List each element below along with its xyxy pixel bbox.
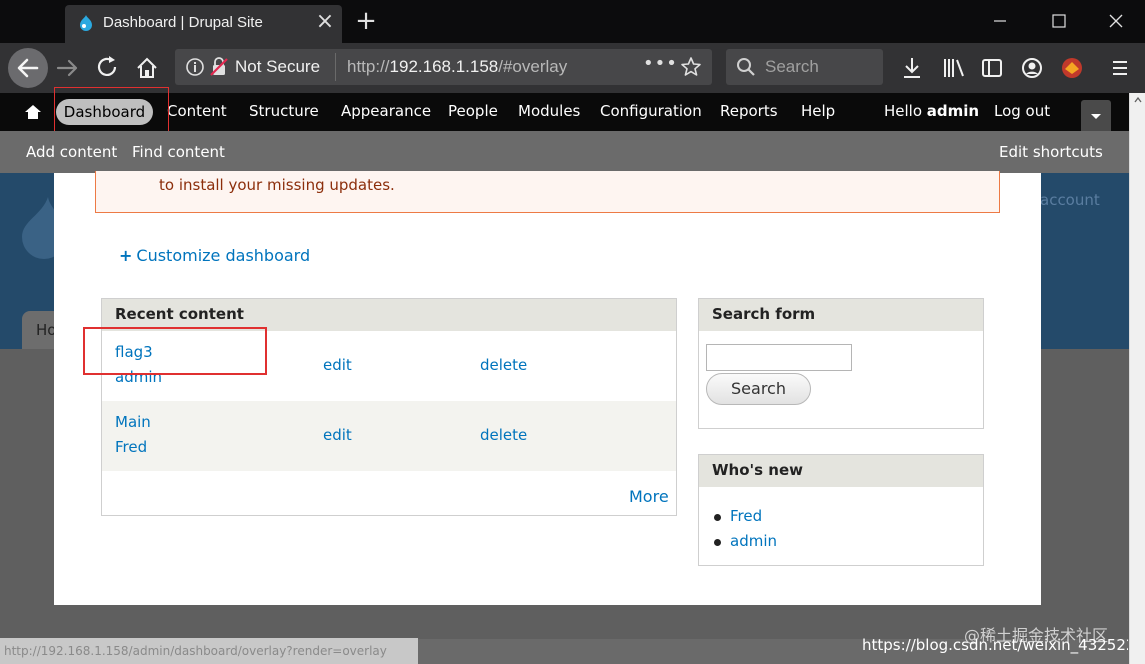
toolbar-content[interactable]: Content bbox=[167, 102, 227, 120]
scroll-up-icon[interactable] bbox=[1134, 97, 1142, 103]
list-item: admin bbox=[714, 531, 777, 556]
toolbar-modules[interactable]: Modules bbox=[518, 102, 580, 120]
browser-search-box[interactable]: Search bbox=[726, 49, 883, 85]
browser-status-bar: http://192.168.1.158/admin/dashboard/ove… bbox=[0, 638, 418, 664]
user-link[interactable]: Fred bbox=[730, 507, 762, 525]
customize-label: Customize dashboard bbox=[136, 246, 311, 265]
table-row: Main Fred edit delete bbox=[102, 401, 676, 471]
my-account-link[interactable]: account bbox=[1040, 191, 1100, 209]
home-icon[interactable] bbox=[129, 50, 165, 86]
forward-icon[interactable] bbox=[50, 50, 86, 86]
content-title-link[interactable]: Main bbox=[115, 413, 151, 431]
alert-text: to install your missing updates. bbox=[159, 176, 395, 194]
search-icon bbox=[737, 58, 755, 76]
dashboard-overlay: to install your missing updates. + Custom… bbox=[54, 171, 1041, 605]
not-secure-label[interactable]: Not Secure bbox=[235, 57, 320, 77]
more-link[interactable]: More bbox=[629, 487, 669, 506]
shortcuts-bar: Add content Find content Edit shortcuts bbox=[0, 131, 1129, 173]
maximize-icon[interactable] bbox=[1039, 4, 1079, 38]
browser-nav-bar: Not Secure http://192.168.1.158/#overlay… bbox=[0, 43, 1145, 93]
edit-link[interactable]: edit bbox=[323, 356, 352, 374]
browser-tab-bar: Dashboard | Drupal Site × + bbox=[0, 0, 1145, 43]
extension-icon[interactable] bbox=[1054, 50, 1090, 86]
tab-title: Dashboard | Drupal Site bbox=[103, 14, 263, 31]
drupal-favicon-icon bbox=[80, 15, 92, 31]
list-item: Fred bbox=[714, 506, 777, 531]
toolbar-drawer-toggle[interactable] bbox=[1081, 100, 1111, 131]
delete-link[interactable]: delete bbox=[480, 356, 527, 374]
toolbar-help[interactable]: Help bbox=[801, 102, 835, 120]
search-button[interactable]: Search bbox=[706, 373, 811, 405]
watermark-url: https://blog.csdn.net/weixin_43252204 bbox=[862, 636, 1128, 654]
plus-icon: + bbox=[119, 246, 133, 265]
customize-dashboard-link[interactable]: + Customize dashboard bbox=[119, 246, 310, 265]
delete-link[interactable]: delete bbox=[480, 426, 527, 444]
whos-new-block: Who's new Fred admin bbox=[698, 454, 984, 566]
toolbar-configuration[interactable]: Configuration bbox=[600, 102, 702, 120]
content-author-link[interactable]: Fred bbox=[115, 438, 147, 456]
reload-icon[interactable] bbox=[90, 50, 126, 86]
url-bar[interactable]: Not Secure http://192.168.1.158/#overlay… bbox=[175, 49, 712, 85]
url-text[interactable]: http://192.168.1.158/#overlay bbox=[347, 57, 602, 77]
bullet bbox=[714, 539, 721, 546]
bookmark-star-icon[interactable] bbox=[680, 56, 702, 78]
back-button[interactable] bbox=[8, 48, 48, 88]
shortcut-add-content[interactable]: Add content bbox=[26, 143, 117, 161]
admin-toolbar: Dashboard Content Structure Appearance P… bbox=[0, 93, 1129, 131]
search-form-title: Search form bbox=[699, 299, 983, 331]
logout-link[interactable]: Log out bbox=[994, 102, 1050, 120]
toolbar-people[interactable]: People bbox=[448, 102, 498, 120]
triangle-down-icon bbox=[1091, 114, 1101, 119]
menu-icon[interactable] bbox=[1102, 50, 1138, 86]
shortcut-find-content[interactable]: Find content bbox=[132, 143, 225, 161]
page-actions-button[interactable]: ••• bbox=[643, 53, 678, 74]
edit-link[interactable]: edit bbox=[323, 426, 352, 444]
arrow-left-icon bbox=[17, 58, 39, 78]
search-form-block: Search form Search bbox=[698, 298, 984, 429]
hello-user: Hello admin bbox=[884, 102, 980, 120]
bullet bbox=[714, 514, 721, 521]
page-scrollbar[interactable] bbox=[1129, 93, 1145, 664]
flag-highlight-box bbox=[83, 327, 267, 375]
browser-tab[interactable]: Dashboard | Drupal Site × bbox=[65, 5, 342, 43]
whos-new-title: Who's new bbox=[699, 455, 983, 487]
update-alert: to install your missing updates. bbox=[95, 171, 1000, 213]
toolbar-appearance[interactable]: Appearance bbox=[341, 102, 431, 120]
window-close-icon[interactable] bbox=[1096, 4, 1136, 38]
url-separator bbox=[335, 53, 336, 81]
account-icon[interactable] bbox=[1014, 50, 1050, 86]
toolbar-reports[interactable]: Reports bbox=[720, 102, 778, 120]
search-placeholder: Search bbox=[765, 57, 819, 76]
username[interactable]: admin bbox=[927, 102, 979, 120]
edit-shortcuts-link[interactable]: Edit shortcuts bbox=[999, 143, 1103, 161]
minimize-icon[interactable] bbox=[980, 4, 1020, 38]
new-tab-button[interactable]: + bbox=[352, 6, 380, 36]
toolbar-structure[interactable]: Structure bbox=[249, 102, 319, 120]
library-icon[interactable] bbox=[936, 50, 972, 86]
user-link[interactable]: admin bbox=[730, 532, 777, 550]
search-input[interactable] bbox=[706, 344, 852, 371]
download-icon[interactable] bbox=[894, 50, 930, 86]
home-toolbar-icon[interactable] bbox=[24, 104, 42, 120]
info-icon[interactable] bbox=[185, 57, 229, 77]
tab-close-icon[interactable]: × bbox=[313, 10, 337, 34]
sidebar-icon[interactable] bbox=[974, 50, 1010, 86]
whos-new-list: Fred admin bbox=[714, 506, 777, 556]
